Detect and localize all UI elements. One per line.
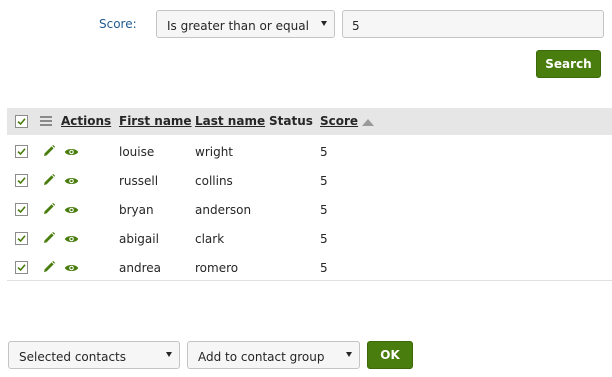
cell-first-name: abigail <box>119 232 159 246</box>
row-checkbox[interactable] <box>15 261 28 274</box>
cell-score: 5 <box>320 203 328 217</box>
eye-icon[interactable] <box>64 233 79 247</box>
pencil-icon[interactable] <box>42 144 56 161</box>
table-header: Actions First name Last name Status Scor… <box>7 108 612 135</box>
pencil-icon[interactable] <box>42 231 56 248</box>
table-row: andrea romero 5 <box>7 253 612 282</box>
header-status: Status <box>269 114 313 128</box>
bulk-action-select[interactable]: Add to contact group <box>187 341 360 369</box>
cell-score: 5 <box>320 232 328 246</box>
pencil-icon[interactable] <box>42 260 56 277</box>
ok-button[interactable]: OK <box>367 341 413 369</box>
pencil-icon[interactable] <box>42 173 56 190</box>
table-row: abigail clark 5 <box>7 224 612 253</box>
table-row: louise wright 5 <box>7 137 612 166</box>
header-score[interactable]: Score <box>320 114 358 128</box>
cell-first-name: bryan <box>119 203 154 217</box>
eye-icon[interactable] <box>64 262 79 276</box>
score-label: Score: <box>99 17 137 31</box>
header-last-name[interactable]: Last name <box>195 114 265 128</box>
chevron-down-icon <box>321 21 327 26</box>
table-row: russell collins 5 <box>7 166 612 195</box>
cell-score: 5 <box>320 174 328 188</box>
cell-first-name: andrea <box>119 261 161 275</box>
cell-last-name: wright <box>195 145 234 159</box>
cell-last-name: clark <box>195 232 225 246</box>
eye-icon[interactable] <box>64 204 79 218</box>
eye-icon[interactable] <box>64 175 79 189</box>
checkbox-icon <box>17 118 26 126</box>
sort-ascending-icon <box>362 119 374 126</box>
table-bottom-border <box>7 280 612 281</box>
row-checkbox[interactable] <box>15 232 28 245</box>
chevron-down-icon <box>346 352 352 357</box>
select-all-checkbox[interactable] <box>15 115 28 128</box>
score-input[interactable]: 5 <box>342 10 604 38</box>
cell-last-name: collins <box>195 174 233 188</box>
row-checkbox[interactable] <box>15 203 28 216</box>
chevron-down-icon <box>166 352 172 357</box>
cell-last-name: anderson <box>195 203 252 217</box>
bulk-action-value: Add to contact group <box>198 350 325 364</box>
eye-icon[interactable] <box>64 146 79 160</box>
cell-score: 5 <box>320 261 328 275</box>
cell-first-name: russell <box>119 174 159 188</box>
score-operator-value: Is greater than or equal <box>167 19 309 33</box>
search-button[interactable]: Search <box>536 50 601 78</box>
score-input-value: 5 <box>352 19 360 33</box>
score-operator-select[interactable]: Is greater than or equal <box>156 10 335 38</box>
selection-scope-select[interactable]: Selected contacts <box>8 341 180 369</box>
table-row: bryan anderson 5 <box>7 195 612 224</box>
row-checkbox[interactable] <box>15 174 28 187</box>
header-actions[interactable]: Actions <box>61 114 111 128</box>
cell-last-name: romero <box>195 261 239 275</box>
column-menu-icon[interactable] <box>40 116 52 126</box>
cell-score: 5 <box>320 145 328 159</box>
cell-first-name: louise <box>119 145 155 159</box>
selection-scope-value: Selected contacts <box>19 350 126 364</box>
header-first-name[interactable]: First name <box>119 114 192 128</box>
row-checkbox[interactable] <box>15 145 28 158</box>
pencil-icon[interactable] <box>42 202 56 219</box>
